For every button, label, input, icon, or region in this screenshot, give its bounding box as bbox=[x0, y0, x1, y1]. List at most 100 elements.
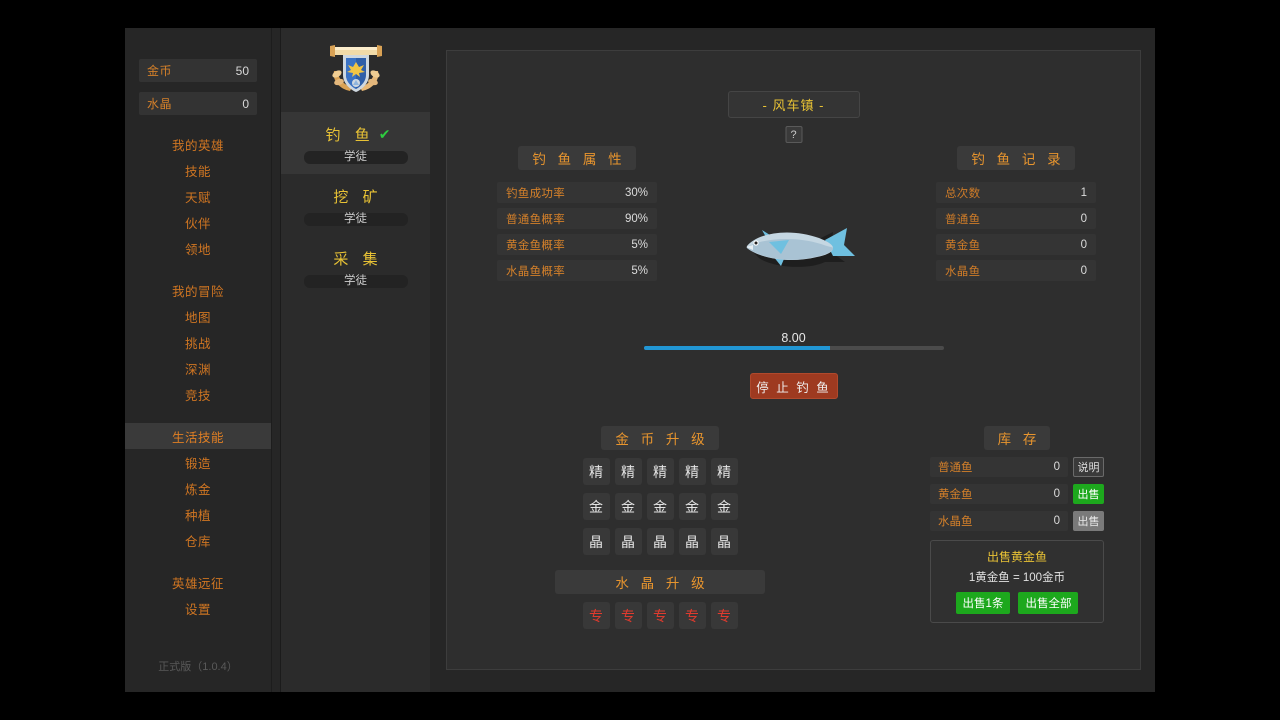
crystal-upgrade-cell[interactable]: 专 bbox=[582, 602, 610, 629]
inventory-action-button[interactable]: 出售 bbox=[1073, 484, 1104, 504]
record-row: 普通鱼 0 bbox=[936, 208, 1096, 229]
skill-title: 钓 鱼 bbox=[325, 127, 375, 144]
sidebar-item-英雄远征[interactable]: 英雄远征 bbox=[125, 569, 271, 595]
fishing-progress: 8.00 bbox=[643, 331, 944, 350]
inventory-rows: 普通鱼 0 说明 黄金鱼 0 出售 水晶鱼 0 出售 bbox=[930, 457, 1104, 531]
resource-gold: 金币 50 bbox=[139, 59, 257, 82]
inventory-panel: 库 存 普通鱼 0 说明 黄金鱼 0 出售 水晶鱼 0 出售 出售黄金鱼 1黄金鱼 = 100金… bbox=[930, 426, 1104, 623]
sidebar-item-挑战[interactable]: 挑战 bbox=[125, 329, 271, 355]
gold-upgrade-cell[interactable]: 晶 bbox=[646, 528, 674, 555]
inventory-item: 黄金鱼 0 bbox=[930, 484, 1068, 504]
inventory-item-label: 黄金鱼 bbox=[938, 489, 973, 501]
gold-upgrade-cell[interactable]: 精 bbox=[614, 458, 642, 485]
skill-title: 挖 矿 bbox=[333, 189, 383, 206]
skill-entry-挖矿[interactable]: 挖 矿学徒 bbox=[281, 174, 430, 236]
skill-rank-label: 学徒 bbox=[344, 275, 367, 287]
sidebar-item-技能[interactable]: 技能 bbox=[125, 157, 271, 183]
emblem-icon bbox=[329, 45, 382, 92]
skill-list: 钓 鱼 ✔ 学徒挖 矿学徒采 集学徒 bbox=[281, 112, 430, 298]
sidebar-item-伙伴[interactable]: 伙伴 bbox=[125, 209, 271, 235]
skill-head: 钓 鱼 ✔ bbox=[281, 124, 430, 145]
inventory-row: 水晶鱼 0 出售 bbox=[930, 511, 1104, 531]
gold-upgrade-row: 金金金金金 bbox=[555, 493, 765, 520]
resource-value: 50 bbox=[235, 63, 249, 78]
progress-fill bbox=[643, 346, 830, 350]
inventory-item-count: 0 bbox=[1053, 461, 1060, 473]
attribute-row: 钓鱼成功率 30% bbox=[497, 182, 657, 203]
fishing-attributes-panel: 钓 鱼 属 性 钓鱼成功率 30% 普通鱼概率 90% 黄金鱼概率 5% 水晶鱼概率 5% bbox=[497, 146, 657, 286]
stop-fishing-button[interactable]: 停 止 钓 鱼 bbox=[749, 373, 838, 399]
gold-upgrade-cell[interactable]: 金 bbox=[614, 493, 642, 520]
gold-upgrade-cell[interactable]: 精 bbox=[678, 458, 706, 485]
sidebar-item-竞技[interactable]: 竞技 bbox=[125, 381, 271, 407]
gold-upgrade-cell[interactable]: 金 bbox=[646, 493, 674, 520]
gold-upgrade-cell[interactable]: 精 bbox=[582, 458, 610, 485]
sidebar-item-炼金[interactable]: 炼金 bbox=[125, 475, 271, 501]
help-icon[interactable]: ? bbox=[785, 126, 802, 143]
inventory-item-label: 普通鱼 bbox=[938, 462, 973, 474]
gold-upgrade-cell[interactable]: 金 bbox=[582, 493, 610, 520]
record-row: 黄金鱼 0 bbox=[936, 234, 1096, 255]
fish-icon bbox=[745, 228, 855, 267]
row-label: 普通鱼概率 bbox=[506, 213, 565, 226]
crystal-upgrade-cell[interactable]: 专 bbox=[646, 602, 674, 629]
sell-title: 出售黄金鱼 bbox=[986, 550, 1047, 564]
inventory-item: 水晶鱼 0 bbox=[930, 511, 1068, 531]
sidebar-item-领地[interactable]: 领地 bbox=[125, 235, 271, 261]
sidebar-item-我的冒险[interactable]: 我的冒险 bbox=[125, 277, 271, 303]
sell-rate: 1黄金鱼 = 100金币 bbox=[968, 572, 1066, 584]
crystal-upgrade-cell[interactable]: 专 bbox=[614, 602, 642, 629]
record-row: 总次数 1 bbox=[936, 182, 1096, 203]
guild-emblem bbox=[281, 28, 430, 112]
sidebar-item-地图[interactable]: 地图 bbox=[125, 303, 271, 329]
row-label: 黄金鱼 bbox=[945, 239, 981, 252]
gold-upgrade-cell[interactable]: 精 bbox=[710, 458, 738, 485]
sidebar-item-设置[interactable]: 设置 bbox=[125, 595, 271, 621]
skill-column: 钓 鱼 ✔ 学徒挖 矿学徒采 集学徒 bbox=[280, 28, 430, 692]
resource-label: 金币 bbox=[147, 64, 173, 78]
crystal-upgrade-title: 水 晶 升 级 bbox=[555, 570, 765, 594]
inventory-action-button[interactable]: 说明 bbox=[1073, 457, 1104, 477]
check-icon: ✔ bbox=[378, 126, 391, 142]
gold-upgrade-cell[interactable]: 晶 bbox=[614, 528, 642, 555]
crystal-upgrade-cell[interactable]: 专 bbox=[678, 602, 706, 629]
skill-rank-label: 学徒 bbox=[344, 151, 367, 163]
sidebar-item-种植[interactable]: 种植 bbox=[125, 501, 271, 527]
row-value: 30% bbox=[624, 186, 648, 199]
nav-group: 我的冒险 地图 挑战 深渊 竞技 bbox=[125, 277, 271, 407]
sidebar-item-天赋[interactable]: 天赋 bbox=[125, 183, 271, 209]
skill-rank-label: 学徒 bbox=[344, 213, 367, 225]
inventory-action-button[interactable]: 出售 bbox=[1073, 511, 1104, 531]
attribute-row: 普通鱼概率 90% bbox=[497, 208, 657, 229]
main-navigation: 我的英雄 技能 天赋 伙伴 领地我的冒险 地图 挑战 深渊 竞技生活技能 锻造 炼金 种植 仓库英雄远征… bbox=[125, 131, 271, 621]
sidebar-item-生活技能[interactable]: 生活技能 bbox=[125, 423, 271, 449]
sell-one-button[interactable]: 出售1条 bbox=[955, 592, 1011, 614]
skill-entry-钓鱼[interactable]: 钓 鱼 ✔ 学徒 bbox=[281, 112, 430, 174]
crystal-upgrade-grid: 专专专专专 bbox=[555, 602, 765, 629]
row-value: 5% bbox=[631, 264, 648, 277]
sell-all-button[interactable]: 出售全部 bbox=[1018, 592, 1079, 614]
gold-upgrade-cell[interactable]: 金 bbox=[710, 493, 738, 520]
sidebar-item-我的英雄[interactable]: 我的英雄 bbox=[125, 131, 271, 157]
gold-upgrade-cell[interactable]: 晶 bbox=[582, 528, 610, 555]
row-label: 钓鱼成功率 bbox=[506, 187, 565, 200]
crystal-upgrade-cell[interactable]: 专 bbox=[710, 602, 738, 629]
game-window: 金币 50 水晶 0 我的英雄 技能 天赋 伙伴 领地我的冒险 地图 挑战 深渊 竞技生活技能 锻造 炼金… bbox=[125, 28, 1155, 692]
resource-crystal: 水晶 0 bbox=[139, 92, 257, 115]
gold-upgrade-cell[interactable]: 晶 bbox=[678, 528, 706, 555]
sidebar-item-深渊[interactable]: 深渊 bbox=[125, 355, 271, 381]
sidebar-item-锻造[interactable]: 锻造 bbox=[125, 449, 271, 475]
sidebar-item-仓库[interactable]: 仓库 bbox=[125, 527, 271, 553]
gold-upgrade-cell[interactable]: 精 bbox=[646, 458, 674, 485]
gold-upgrade-row: 精精精精精 bbox=[555, 458, 765, 485]
fish-display bbox=[664, 191, 924, 301]
gold-upgrade-cell[interactable]: 晶 bbox=[710, 528, 738, 555]
inventory-title: 库 存 bbox=[983, 426, 1051, 450]
fishing-records-panel: 钓 鱼 记 录 总次数 1 普通鱼 0 黄金鱼 0 水晶鱼 0 bbox=[936, 146, 1096, 286]
skill-progress-bar: 学徒 bbox=[303, 151, 408, 164]
skill-entry-采集[interactable]: 采 集学徒 bbox=[281, 236, 430, 298]
upgrades-panel: 金 币 升 级 精精精精精金金金金金晶晶晶晶晶 水 晶 升 级 专专专专专 bbox=[555, 426, 765, 629]
gold-upgrade-cell[interactable]: 金 bbox=[678, 493, 706, 520]
resource-value: 0 bbox=[242, 96, 249, 111]
fishing-panel: - 风车镇 - ? 钓 鱼 属 性 钓鱼成功率 30% 普通鱼概率 90% 黄金鱼概率 5… bbox=[446, 50, 1141, 670]
